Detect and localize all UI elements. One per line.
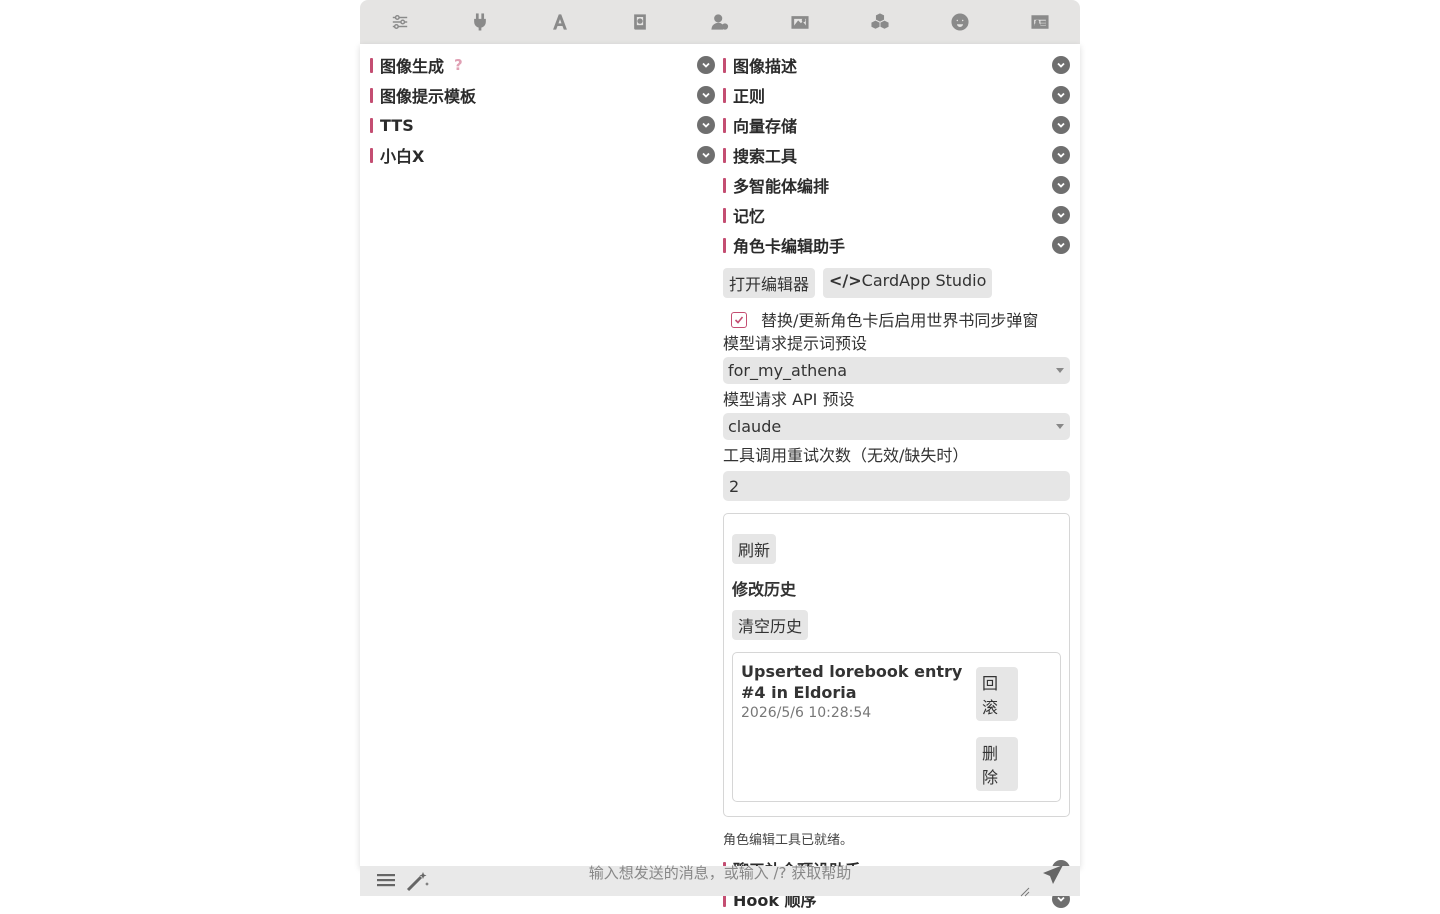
api-preset-value: claude bbox=[728, 417, 782, 436]
history-entry: Upserted lorebook entry #4 in Eldoria 20… bbox=[732, 652, 1061, 802]
help-icon[interactable]: ? bbox=[454, 56, 463, 74]
drawer-accent-bar bbox=[723, 117, 726, 133]
delete-button[interactable]: 删除 bbox=[976, 737, 1018, 791]
send-icon[interactable] bbox=[1042, 864, 1064, 890]
cardapp-studio-button[interactable]: </>CardApp Studio bbox=[823, 268, 993, 298]
api-preset-select[interactable]: claude bbox=[723, 413, 1070, 440]
retry-count-label: 工具调用重试次数（无效/缺失时） bbox=[723, 446, 969, 465]
drawer-search-tools[interactable]: 搜索工具 bbox=[723, 140, 1070, 170]
drawer-xiaobai-x[interactable]: 小白X bbox=[370, 140, 715, 170]
cardapp-studio-label: CardApp Studio bbox=[861, 271, 987, 290]
drawer-title: 图像生成 bbox=[380, 57, 445, 76]
drawer-accent-bar bbox=[723, 147, 726, 163]
drawer-title: 图像提示模板 bbox=[380, 87, 477, 106]
plug-icon[interactable] bbox=[440, 0, 520, 44]
drawer-accent-bar bbox=[723, 207, 726, 223]
drawer-multi-agent[interactable]: 多智能体编排 bbox=[723, 170, 1070, 200]
dropdown-caret-icon bbox=[1056, 368, 1064, 373]
image-icon[interactable] bbox=[760, 0, 840, 44]
sliders-icon[interactable] bbox=[360, 0, 440, 44]
chevron-down-icon[interactable] bbox=[1052, 206, 1070, 224]
code-icon: </> bbox=[829, 271, 862, 290]
user-gear-icon[interactable] bbox=[680, 0, 760, 44]
status-text: 角色编辑工具已就绪。 bbox=[723, 833, 854, 848]
history-title: 修改历史 bbox=[732, 580, 797, 599]
retry-count-input[interactable]: 2 bbox=[723, 471, 1070, 501]
chevron-down-icon[interactable] bbox=[1052, 146, 1070, 164]
book-icon[interactable] bbox=[600, 0, 680, 44]
right-column: 图像描述 正则 向量存储 搜索工具 多智能体编排 记忆 角色卡编辑助手 打开编辑… bbox=[723, 50, 1070, 914]
drawer-image-generation[interactable]: 图像生成 ? bbox=[370, 50, 715, 80]
api-preset-label: 模型请求 API 预设 bbox=[723, 390, 855, 409]
drawer-vector-storage[interactable]: 向量存储 bbox=[723, 110, 1070, 140]
drawer-memory[interactable]: 记忆 bbox=[723, 200, 1070, 230]
drawer-image-captioning[interactable]: 图像描述 bbox=[723, 50, 1070, 80]
drawer-accent-bar bbox=[723, 237, 726, 253]
extensions-panel: 图像生成 ? 图像提示模板 TTS 小白X 图像描述 正则 向量存储 搜索工具 … bbox=[360, 44, 1080, 910]
drawer-accent-bar bbox=[723, 177, 726, 193]
chat-input[interactable]: 输入想发送的消息，或输入 /? 获取帮助 bbox=[360, 862, 1080, 883]
smile-icon[interactable] bbox=[920, 0, 1000, 44]
refresh-button[interactable]: 刷新 bbox=[732, 534, 777, 564]
dropdown-caret-icon bbox=[1056, 424, 1064, 429]
chevron-down-icon[interactable] bbox=[697, 86, 715, 104]
chevron-down-icon[interactable] bbox=[697, 116, 715, 134]
history-entry-time: 2026/5/6 10:28:54 bbox=[741, 705, 872, 721]
sync-popup-checkbox[interactable] bbox=[731, 312, 747, 328]
drawer-title: 图像描述 bbox=[733, 57, 798, 76]
chevron-down-icon[interactable] bbox=[1052, 176, 1070, 194]
chat-input-bar: 输入想发送的消息，或输入 /? 获取帮助 bbox=[360, 864, 1080, 897]
prompt-preset-select[interactable]: for_my_athena bbox=[723, 357, 1070, 384]
drawer-title: 正则 bbox=[733, 87, 766, 106]
clear-history-button[interactable]: 清空历史 bbox=[732, 610, 809, 640]
chevron-down-icon[interactable] bbox=[697, 146, 715, 164]
drawer-regex[interactable]: 正则 bbox=[723, 80, 1070, 110]
id-card-icon[interactable] bbox=[1000, 0, 1080, 44]
drawer-image-prompt-templates[interactable]: 图像提示模板 bbox=[370, 80, 715, 110]
drawer-title: 搜索工具 bbox=[733, 147, 798, 166]
drawer-card-editor-helper[interactable]: 角色卡编辑助手 bbox=[723, 230, 1070, 260]
chevron-down-icon[interactable] bbox=[1052, 236, 1070, 254]
chevron-down-icon[interactable] bbox=[1052, 56, 1070, 74]
drawer-accent-bar bbox=[370, 147, 373, 163]
drawer-title: 记忆 bbox=[733, 207, 766, 226]
rollback-button[interactable]: 回滚 bbox=[976, 667, 1018, 721]
drawer-title: 向量存储 bbox=[733, 117, 798, 136]
history-entry-title: Upserted lorebook entry #4 in Eldoria bbox=[741, 662, 963, 702]
app: 图像生成 ? 图像提示模板 TTS 小白X 图像描述 正则 向量存储 搜索工具 … bbox=[360, 0, 1080, 910]
drawer-title: 多智能体编排 bbox=[733, 177, 830, 196]
drawer-accent-bar bbox=[370, 117, 373, 133]
drawer-title: 小白X bbox=[380, 147, 425, 166]
prompt-preset-value: for_my_athena bbox=[728, 361, 848, 380]
resize-grip-icon[interactable] bbox=[1020, 882, 1030, 901]
drawer-accent-bar bbox=[370, 57, 373, 73]
drawer-accent-bar bbox=[723, 57, 726, 73]
font-icon[interactable] bbox=[520, 0, 600, 44]
open-editor-button[interactable]: 打开编辑器 bbox=[723, 268, 816, 298]
prompt-preset-label: 模型请求提示词预设 bbox=[723, 334, 868, 353]
drawer-accent-bar bbox=[723, 87, 726, 103]
chevron-down-icon[interactable] bbox=[697, 56, 715, 74]
card-helper-content: 打开编辑器 </>CardApp Studio 替换/更新角色卡后启用世界书同步… bbox=[723, 260, 1070, 848]
drawer-accent-bar bbox=[370, 87, 373, 103]
top-toolbar bbox=[360, 0, 1080, 44]
drawer-tts[interactable]: TTS bbox=[370, 110, 715, 140]
cubes-icon[interactable] bbox=[840, 0, 920, 44]
chevron-down-icon[interactable] bbox=[1052, 86, 1070, 104]
chevron-down-icon[interactable] bbox=[1052, 116, 1070, 134]
drawer-title: TTS bbox=[380, 115, 414, 135]
sync-popup-label: 替换/更新角色卡后启用世界书同步弹窗 bbox=[761, 311, 1039, 330]
left-column: 图像生成 ? 图像提示模板 TTS 小白X bbox=[370, 50, 715, 170]
history-box: 刷新 修改历史 清空历史 Upserted lorebook entry #4 … bbox=[723, 513, 1070, 817]
drawer-title: 角色卡编辑助手 bbox=[733, 237, 846, 256]
